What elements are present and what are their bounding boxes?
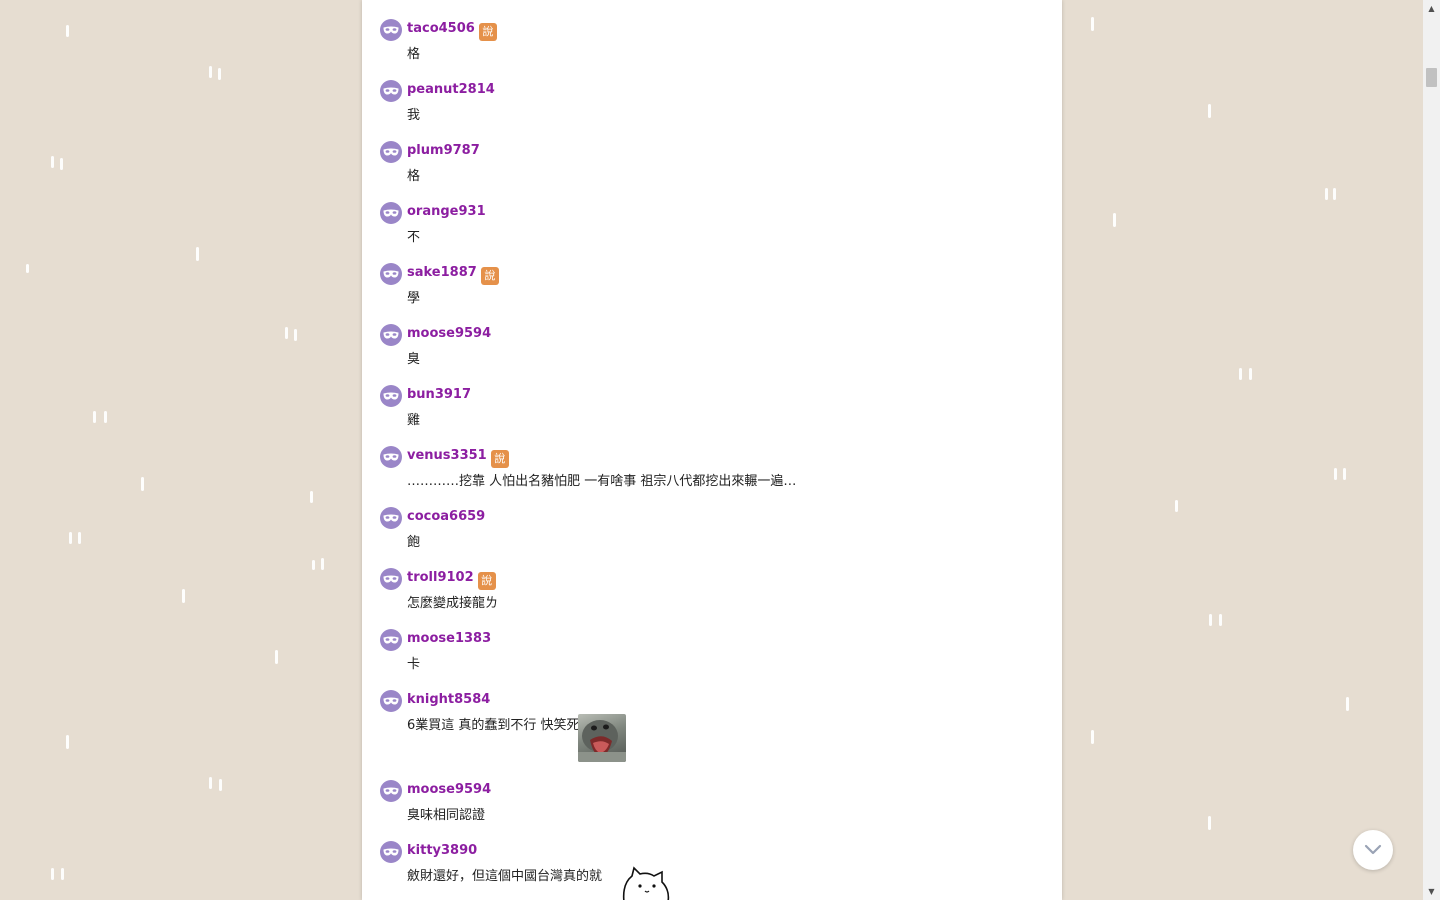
masquerade-mask-icon[interactable] [380,324,402,346]
masquerade-mask-icon[interactable] [380,507,402,529]
comment-text: 不 [407,230,421,245]
username-link[interactable]: kitty3890 [407,843,477,858]
comment-text: …………挖靠 人怕出名豬怕肥 一有啥事 祖宗八代都挖出來輾一遍… [407,474,797,489]
masquerade-mask-icon[interactable] [380,80,402,102]
masquerade-mask-icon[interactable] [380,446,402,468]
comment-text: 格 [407,47,421,62]
masquerade-mask-icon[interactable] [380,263,402,285]
speech-badge-icon: 說 [478,23,497,41]
masquerade-mask-icon[interactable] [380,141,402,163]
scroll-to-bottom-button[interactable] [1353,830,1393,870]
comment-text: 斂財還好，但這個中國台灣真的就 [407,869,603,884]
comment-text: 臭味相同認證 [407,808,486,823]
chevron-down-icon [1364,844,1382,855]
speech-badge-icon: 說 [490,450,509,468]
masquerade-mask-icon[interactable] [380,629,402,651]
comment-panel: taco4506 說 格 peanut2814 我 plum9787 格 oran… [362,0,1062,900]
username-link[interactable]: cocoa6659 [407,509,485,524]
speech-badge-icon: 說 [480,267,499,285]
username-link[interactable]: moose9594 [407,782,491,797]
comment-text: 學 [407,291,421,306]
masquerade-mask-icon[interactable] [380,568,402,590]
comment-text: 6業買這 真的蠢到不行 快笑死 [407,718,580,733]
seal-sticker-image [578,714,626,762]
username-link[interactable]: knight8584 [407,692,490,707]
comment-text: 卡 [407,657,421,672]
username-link[interactable]: moose9594 [407,326,491,341]
comment-text: 怎麼變成接龍ㄌ [407,596,499,611]
comment-text: 飽 [407,535,421,550]
username-link[interactable]: troll9102 說 [407,570,496,590]
username-link[interactable]: peanut2814 [407,82,495,97]
masquerade-mask-icon[interactable] [380,841,402,863]
comment-text: 雞 [407,413,421,428]
masquerade-mask-icon[interactable] [380,780,402,802]
comment-text: 臭 [407,352,421,367]
scroll-thumb[interactable] [1426,68,1437,87]
username-link[interactable]: venus3351 說 [407,448,509,468]
scroll-down-arrow-icon[interactable]: ▼ [1423,883,1440,900]
comment-text: 格 [407,169,421,184]
comment-text: 我 [407,108,421,123]
scroll-up-arrow-icon[interactable]: ▲ [1423,0,1440,17]
masquerade-mask-icon[interactable] [380,202,402,224]
username-link[interactable]: moose1383 [407,631,491,646]
username-link[interactable]: bun3917 [407,387,471,402]
page-scrollbar[interactable]: ▲ ▼ [1423,0,1440,900]
username-link[interactable]: taco4506 說 [407,21,497,41]
username-link[interactable]: sake1887 說 [407,265,499,285]
masquerade-mask-icon[interactable] [380,19,402,41]
username-link[interactable]: orange931 [407,204,486,219]
cat-sticker-image [620,864,672,900]
masquerade-mask-icon[interactable] [380,690,402,712]
speech-badge-icon: 說 [477,572,496,590]
masquerade-mask-icon[interactable] [380,385,402,407]
username-link[interactable]: plum9787 [407,143,480,158]
